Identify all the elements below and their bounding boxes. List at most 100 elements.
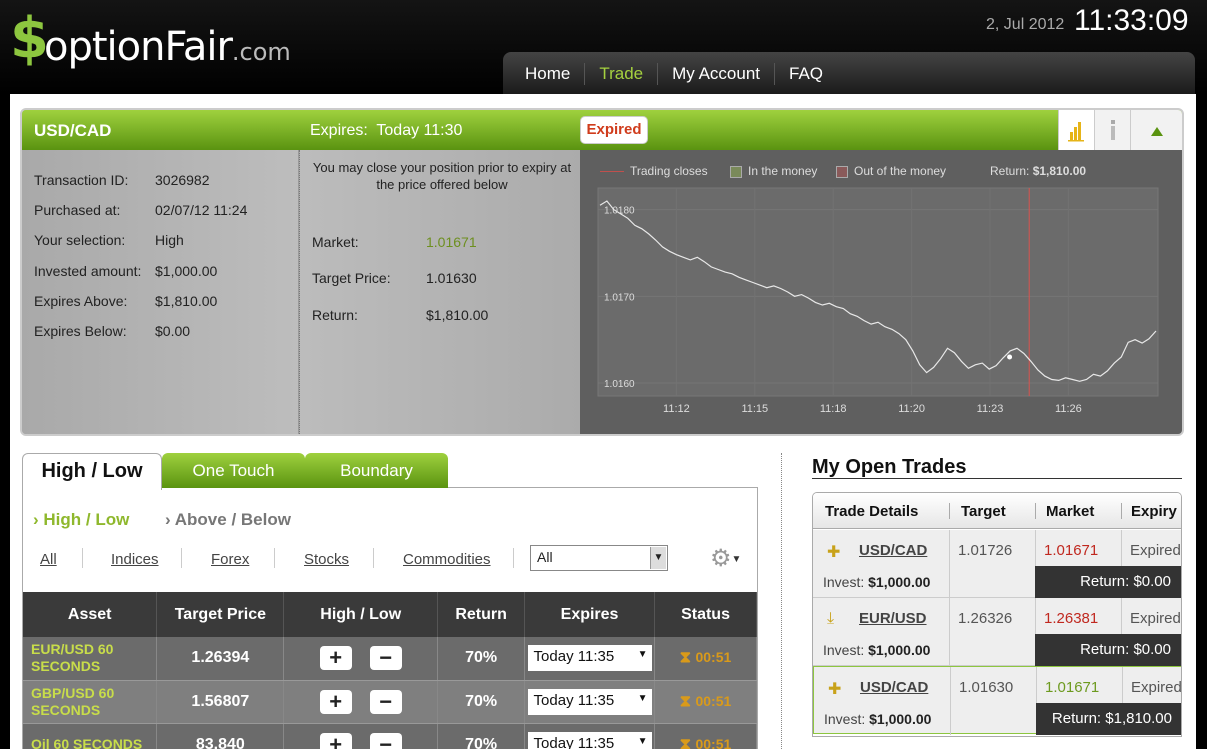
nav-faq[interactable]: FAQ	[775, 63, 837, 85]
high-plus-button[interactable]: +	[319, 646, 352, 671]
current-time: 11:33:09	[1074, 4, 1189, 37]
assets-table: Asset Target Price High / Low Return Exp…	[23, 592, 757, 749]
trade-market: 1.01671	[1035, 530, 1121, 566]
low-minus-button[interactable]: −	[369, 732, 402, 749]
expires-cell: Today 11:35 ▼	[524, 680, 656, 724]
x-tick-label: 11:15	[741, 403, 768, 415]
col-expires: Expires	[524, 592, 656, 637]
col-asset: Asset	[23, 592, 158, 637]
logo-text: optionFair.com	[44, 24, 291, 70]
trade-pair-link[interactable]: USD/CAD	[860, 679, 928, 696]
col-return: Return	[437, 592, 526, 637]
info-button[interactable]	[1094, 110, 1130, 150]
open-trade-row: ✚ USD/CAD Invest: $1,000.00 1.01630 1.01…	[813, 666, 1181, 735]
return-percent: 70%	[437, 637, 526, 681]
chart-view-button[interactable]	[1058, 110, 1094, 150]
expired-badge: Expired	[580, 116, 648, 144]
detail-row: Purchased at: 02/07/12 11:24	[34, 202, 248, 218]
col-trade-details: Trade Details	[825, 503, 919, 520]
market-row: Market: 1.01671	[312, 234, 477, 250]
detail-row: Invested amount: $1,000.00	[34, 263, 218, 279]
asset-name[interactable]: Oil 60 SECONDS	[23, 723, 158, 749]
collapse-button[interactable]	[1130, 110, 1182, 150]
filter-all[interactable]: All	[40, 551, 57, 568]
divider	[812, 478, 1182, 479]
nav-trade[interactable]: Trade	[585, 63, 659, 85]
settings-gear-icon[interactable]: ⚙▼	[710, 544, 750, 574]
trade-subpanel: › High / Low › Above / Below All Indices…	[22, 487, 758, 749]
detail-row: Expires Above: $1,810.00	[34, 293, 218, 309]
hourglass-icon: ⧗	[679, 692, 691, 710]
status-cell: ⧗ 00:51	[654, 723, 757, 749]
position-panel: USD/CAD Expires: Today 11:30 Expired Tra…	[20, 108, 1184, 436]
main-nav: Home Trade My Account FAQ	[503, 52, 1195, 94]
position-expires: Expires: Today 11:30	[310, 122, 463, 139]
asset-filter-select[interactable]: All ▼	[530, 545, 668, 571]
trade-expiry: Expired	[1122, 667, 1181, 703]
asset-name[interactable]: GBP/USD 60 SECONDS	[23, 680, 158, 724]
trade-pair-link[interactable]: EUR/USD	[859, 610, 927, 627]
filter-commodities[interactable]: Commodities	[403, 551, 491, 568]
tab-one-touch[interactable]: One Touch	[162, 453, 305, 488]
close-position-info: You may close your position prior to exp…	[299, 150, 580, 434]
open-trade-row: ✚ USD/CAD Invest: $1,000.00 1.01726 1.01…	[813, 530, 1181, 598]
filter-stocks[interactable]: Stocks	[304, 551, 349, 568]
trade-pair-link[interactable]: USD/CAD	[859, 542, 927, 559]
subtab-high-low[interactable]: › High / Low	[33, 510, 129, 530]
nav-home[interactable]: Home	[511, 63, 586, 85]
status-cell: ⧗ 00:51	[654, 637, 757, 681]
nav-my-account[interactable]: My Account	[658, 63, 776, 85]
chart-svg: 1.0180 1.0170 1.0160 11:12 11:15 11:18 11:20 11…	[597, 187, 1159, 415]
trade-market: 1.01671	[1036, 667, 1122, 703]
target-price: 83.840	[156, 723, 285, 749]
divider	[513, 548, 514, 568]
table-row: EUR/USD 60 SECONDS 1.26394 + − 70% Today …	[23, 637, 757, 681]
col-high-low: High / Low	[283, 592, 439, 637]
tab-high-low[interactable]: High / Low	[22, 453, 162, 490]
high-low-buttons: + −	[283, 680, 439, 724]
current-date: 2, Jul 2012	[986, 16, 1065, 33]
expiry-select[interactable]: Today 11:35 ▼	[527, 731, 652, 749]
position-header-bar: USD/CAD Expires: Today 11:30 Expired	[22, 110, 1182, 150]
col-expiry: Expiry	[1131, 503, 1177, 520]
high-plus-button[interactable]: +	[319, 732, 352, 749]
hourglass-icon: ⧗	[679, 649, 691, 667]
trade-return: Return: $0.00	[1035, 566, 1181, 598]
target-row: Target Price: 1.01630	[312, 270, 477, 286]
open-trades-table: Trade Details Target Market Expiry ✚ USD…	[812, 492, 1182, 737]
detail-row: Expires Below: $0.00	[34, 323, 191, 339]
low-minus-button[interactable]: −	[369, 646, 402, 671]
hourglass-icon: ⧗	[679, 735, 691, 749]
filter-forex[interactable]: Forex	[211, 551, 249, 568]
filter-indices[interactable]: Indices	[111, 551, 159, 568]
target-price: 1.26394	[156, 637, 285, 681]
asset-name[interactable]: EUR/USD 60 SECONDS	[23, 637, 158, 681]
tab-boundary[interactable]: Boundary	[305, 453, 448, 488]
price-chart: Trading closes In the money Out of the m…	[580, 150, 1182, 434]
x-tick-label: 11:20	[898, 403, 925, 415]
open-trades-title: My Open Trades	[812, 456, 967, 478]
trade-panel: › High / Low › Above / Below All Indices…	[22, 453, 758, 749]
expiry-select[interactable]: Today 11:35 ▼	[527, 645, 652, 672]
open-trade-row: ⤓ EUR/USD Invest: $1,000.00 1.26326 1.26…	[813, 598, 1181, 666]
x-tick-label: 11:23	[977, 403, 1004, 415]
subtab-above-below[interactable]: › Above / Below	[165, 510, 291, 530]
trade-target: 1.01726	[949, 530, 1035, 598]
optionfair-logo[interactable]: $ optionFair.com	[10, 10, 320, 71]
target-price: 1.56807	[156, 680, 285, 724]
plus-icon: ✚	[827, 544, 841, 561]
return-row: Return: $1,810.00	[312, 307, 489, 323]
y-tick-label: 1.0180	[604, 206, 635, 217]
x-tick-label: 11:26	[1055, 403, 1082, 415]
low-minus-button[interactable]: −	[369, 689, 402, 714]
high-plus-button[interactable]: +	[319, 689, 352, 714]
trade-expiry: Expired	[1121, 530, 1181, 566]
return-percent: 70%	[437, 680, 526, 724]
triangle-up-icon	[1151, 127, 1163, 136]
expires-cell: Today 11:35 ▼	[524, 637, 656, 681]
return-percent: 70%	[437, 723, 526, 749]
expiry-select[interactable]: Today 11:35 ▼	[527, 688, 652, 715]
plot-area	[597, 187, 1159, 397]
trade-market: 1.26381	[1035, 598, 1121, 634]
col-status: Status	[654, 592, 757, 637]
